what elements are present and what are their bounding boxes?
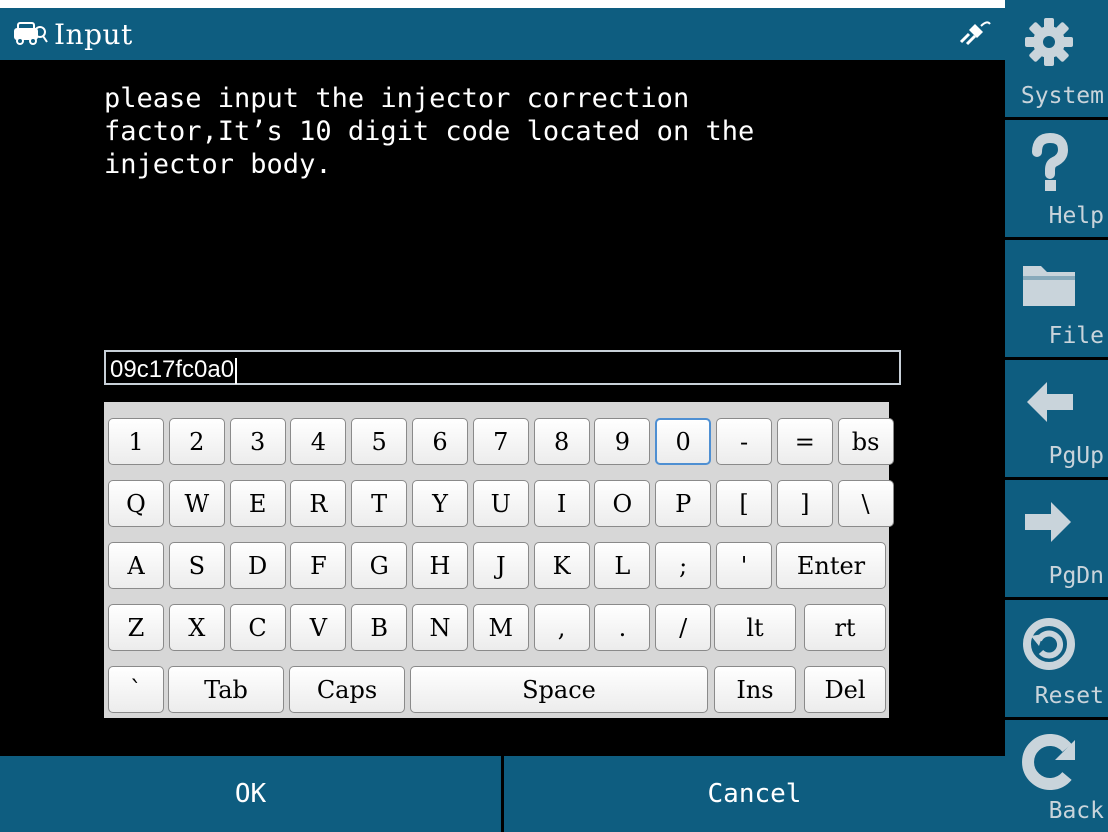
key-k[interactable]: K xyxy=(533,542,590,589)
ok-button[interactable]: OK xyxy=(0,756,501,832)
key-t[interactable]: T xyxy=(351,480,408,527)
key-rt[interactable]: rt xyxy=(804,604,886,651)
key-backslash[interactable]: \ xyxy=(837,480,894,527)
sidebar-item-label: PgDn xyxy=(1048,563,1104,589)
key-minus[interactable]: - xyxy=(716,418,772,465)
key-g[interactable]: G xyxy=(351,542,408,589)
key-backtick[interactable]: ` xyxy=(108,666,164,713)
arrow-right-icon xyxy=(1025,502,1071,542)
sidebar-item-back[interactable]: Back xyxy=(1005,720,1108,832)
sidebar-item-label: System xyxy=(1020,83,1104,109)
key-caps[interactable]: Caps xyxy=(289,666,405,713)
key-del[interactable]: Del xyxy=(804,666,886,713)
sidebar-item-system[interactable]: System xyxy=(1005,0,1108,117)
key-7[interactable]: 7 xyxy=(472,418,529,465)
key-3[interactable]: 3 xyxy=(229,418,286,465)
key-s[interactable]: S xyxy=(168,542,225,589)
key-6[interactable]: 6 xyxy=(412,418,468,465)
car-icon xyxy=(14,22,48,45)
key-j[interactable]: J xyxy=(472,542,529,589)
sidebar-item-reset[interactable]: Reset xyxy=(1005,600,1108,717)
key-p[interactable]: P xyxy=(655,480,712,527)
code-input-field[interactable]: 09c17fc0a0 xyxy=(104,350,901,385)
key-apostrophe[interactable]: ' xyxy=(716,542,772,589)
key-ins[interactable]: Ins xyxy=(714,666,796,713)
key-comma[interactable]: , xyxy=(533,604,590,651)
reset-icon xyxy=(1023,618,1075,670)
key-q[interactable]: Q xyxy=(108,480,164,527)
sidebar-item-file[interactable]: File xyxy=(1005,240,1108,357)
sidebar-item-pgup[interactable]: PgUp xyxy=(1005,360,1108,477)
sidebar-item-label: Help xyxy=(1048,203,1104,229)
key-left-bracket[interactable]: [ xyxy=(716,480,772,527)
sidebar-item-help[interactable]: Help xyxy=(1005,120,1108,237)
key-b[interactable]: B xyxy=(351,604,408,651)
gear-icon xyxy=(1025,18,1073,66)
key-o[interactable]: O xyxy=(594,480,651,527)
back-icon xyxy=(1022,734,1075,790)
key-u[interactable]: U xyxy=(472,480,529,527)
key-y[interactable]: Y xyxy=(412,480,468,527)
key-right-bracket[interactable]: ] xyxy=(776,480,833,527)
sidebar-item-label: File xyxy=(1048,323,1104,349)
key-r[interactable]: R xyxy=(290,480,347,527)
arrow-left-icon xyxy=(1027,382,1073,422)
sidebar-item-label: Reset xyxy=(1034,683,1104,709)
key-bs[interactable]: bs xyxy=(837,418,894,465)
key-w[interactable]: W xyxy=(168,480,225,527)
folder-icon xyxy=(1023,266,1075,306)
on-screen-keyboard: 1 2 3 4 5 6 7 8 9 0- = bs Q W E R T Y U I O P[] \ A S D F G H J K L; ' En… xyxy=(104,402,894,718)
key-i[interactable]: I xyxy=(533,480,590,527)
key-h[interactable]: H xyxy=(412,542,468,589)
key-l[interactable]: L xyxy=(594,542,651,589)
key-lt[interactable]: lt xyxy=(714,604,796,651)
right-sidebar: System Help File PgUp PgDn Reset Back xyxy=(1005,0,1108,832)
connection-icon xyxy=(959,21,991,46)
key-period[interactable]: . xyxy=(594,604,651,651)
input-value: 09c17fc0a0 xyxy=(110,356,235,383)
key-d[interactable]: D xyxy=(229,542,286,589)
prompt-text: please input the injector correction fac… xyxy=(104,83,755,180)
key-0[interactable]: 0 xyxy=(655,418,712,465)
key-a[interactable]: A xyxy=(108,542,164,589)
sidebar-item-pgdn[interactable]: PgDn xyxy=(1005,480,1108,597)
key-enter[interactable]: Enter xyxy=(776,542,886,589)
cancel-button[interactable]: Cancel xyxy=(504,756,1005,832)
key-2[interactable]: 2 xyxy=(168,418,225,465)
sidebar-item-label: Back xyxy=(1048,798,1104,824)
key-4[interactable]: 4 xyxy=(290,418,347,465)
key-8[interactable]: 8 xyxy=(533,418,590,465)
bottom-button-bar: OK Cancel xyxy=(0,756,1005,832)
sidebar-item-label: PgUp xyxy=(1048,443,1104,469)
window-title: Input xyxy=(54,17,133,51)
key-x[interactable]: X xyxy=(168,604,225,651)
key-tab[interactable]: Tab xyxy=(168,666,284,713)
key-v[interactable]: V xyxy=(290,604,347,651)
title-bar: Input xyxy=(0,8,1005,60)
key-slash[interactable]: / xyxy=(655,604,712,651)
key-1[interactable]: 1 xyxy=(108,418,164,465)
key-equals[interactable]: = xyxy=(776,418,833,465)
key-c[interactable]: C xyxy=(229,604,286,651)
main-panel: please input the injector correction fac… xyxy=(0,60,1005,756)
key-n[interactable]: N xyxy=(412,604,468,651)
top-strip xyxy=(0,0,1005,8)
key-f[interactable]: F xyxy=(290,542,347,589)
key-9[interactable]: 9 xyxy=(594,418,651,465)
text-caret xyxy=(235,357,238,384)
key-z[interactable]: Z xyxy=(108,604,164,651)
key-e[interactable]: E xyxy=(229,480,286,527)
key-semicolon[interactable]: ; xyxy=(655,542,712,589)
key-m[interactable]: M xyxy=(472,604,529,651)
key-space[interactable]: Space xyxy=(410,666,708,713)
key-5[interactable]: 5 xyxy=(351,418,408,465)
question-icon xyxy=(1032,132,1069,191)
